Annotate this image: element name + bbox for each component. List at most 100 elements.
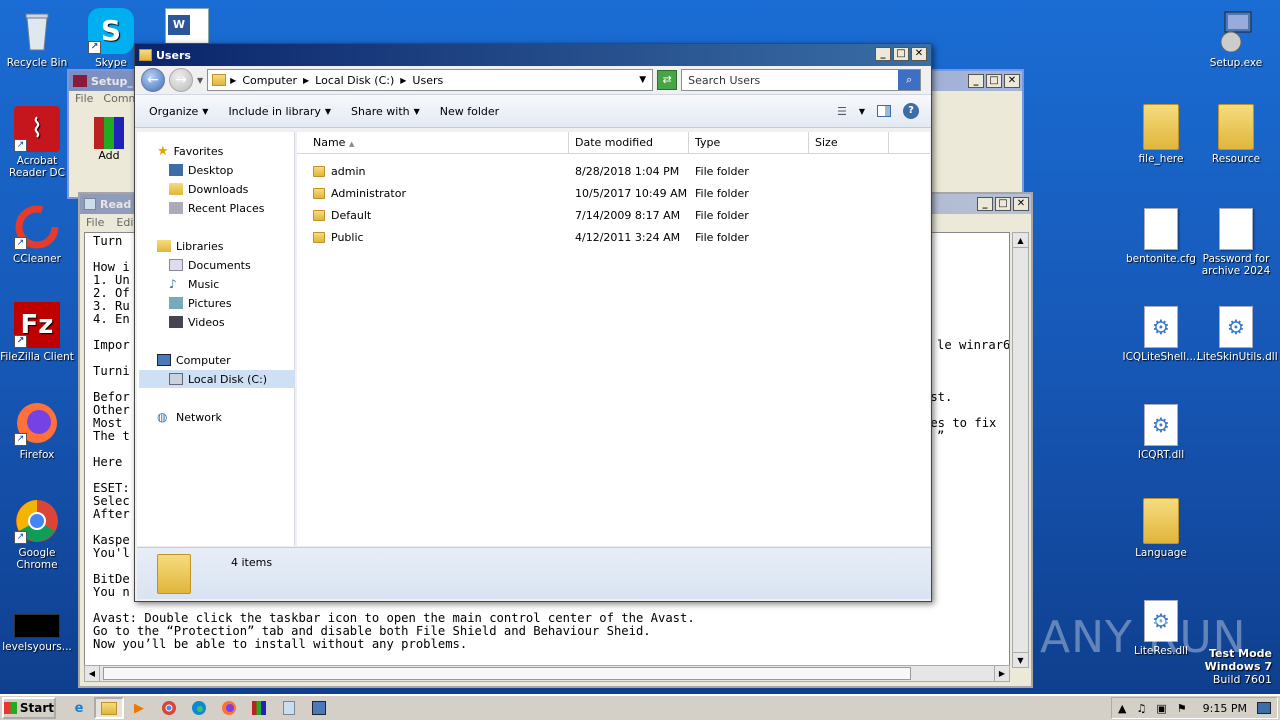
nav-recent-places[interactable]: Recent Places <box>169 199 265 217</box>
desktop-icon-bentonite[interactable]: bentonite.cfg <box>1122 208 1200 265</box>
chevron-down-icon[interactable]: ▼ <box>859 107 865 116</box>
desktop-icon-acrobat[interactable]: ⌇ ↗ Acrobat Reader DC <box>0 106 76 179</box>
desktop-icon-language[interactable]: Language <box>1122 498 1200 559</box>
taskbar: Start e ▶ ▲ ♫ ▣ ⚑ 9:15 PM <box>0 694 1280 720</box>
search-icon[interactable]: ⌕ <box>898 70 921 90</box>
network-icon[interactable]: ▣ <box>1156 702 1166 715</box>
file-row[interactable]: Default 7/14/2009 8:17 AM File folder <box>297 204 930 226</box>
nav-local-disk[interactable]: Local Disk (C:) <box>139 370 295 388</box>
action-center-flag-icon[interactable]: ⚑ <box>1177 702 1187 715</box>
volume-icon[interactable]: ♫ <box>1137 702 1147 715</box>
nav-computer[interactable]: Computer <box>157 351 231 369</box>
maximize-button[interactable]: □ <box>995 197 1011 211</box>
vertical-scrollbar[interactable]: ▲ ▼ <box>1012 232 1029 668</box>
add-button[interactable]: Add <box>89 117 129 162</box>
nav-videos[interactable]: Videos <box>169 313 225 331</box>
close-button[interactable]: ✕ <box>1013 197 1029 211</box>
scroll-left-arrow-icon[interactable]: ◀ <box>85 666 100 681</box>
refresh-button[interactable]: ⇄ <box>657 70 678 90</box>
close-button[interactable]: ✕ <box>1004 74 1020 88</box>
column-size[interactable]: Size <box>809 132 889 154</box>
file-row[interactable]: Public 4/12/2011 3:24 AM File folder <box>297 226 930 248</box>
nav-libraries[interactable]: Libraries <box>157 237 224 255</box>
desktop-icon-recycle-bin[interactable]: Recycle Bin <box>0 8 76 69</box>
desktop-icon-chrome[interactable]: ↗ Google Chrome <box>0 498 76 571</box>
nav-network[interactable]: ◍ Network <box>157 408 222 426</box>
file-row[interactable]: admin 8/28/2018 1:04 PM File folder <box>297 160 930 182</box>
search-input[interactable]: Search Users ⌕ <box>681 69 922 91</box>
recent-pages-chevron-icon[interactable]: ▼ <box>197 76 203 85</box>
nav-music-label: Music <box>188 277 220 291</box>
view-options-icon[interactable]: ☰ <box>837 105 847 118</box>
back-button[interactable]: ← <box>141 68 165 92</box>
file-row[interactable]: Administrator 10/5/2017 10:49 AM File fold… <box>297 182 930 204</box>
column-name[interactable]: Name ▲ <box>297 132 569 154</box>
taskbar-explorer-icon[interactable] <box>94 697 124 719</box>
menu-file[interactable]: File <box>86 214 104 232</box>
nav-downloads[interactable]: Downloads <box>169 180 248 198</box>
nav-favorites[interactable]: ★ Favorites <box>157 142 223 160</box>
taskbar-firefox-icon[interactable] <box>214 697 244 719</box>
nav-desktop[interactable]: Desktop <box>169 161 233 179</box>
scroll-up-arrow-icon[interactable]: ▲ <box>1013 233 1028 248</box>
explorer-window[interactable]: Users _ □ ✕ ← → ▼ ▶ Computer ▶ Local Dis… <box>134 43 932 602</box>
preview-pane-icon[interactable] <box>877 105 891 117</box>
desktop-icon-levelsyours[interactable]: levelsyours... <box>0 614 76 653</box>
breadcrumb-arrow-icon[interactable]: ▶ <box>400 76 406 85</box>
new-folder-button[interactable]: New folder <box>440 105 499 118</box>
scroll-right-arrow-icon[interactable]: ▶ <box>994 666 1009 681</box>
close-button[interactable]: ✕ <box>911 47 927 61</box>
word-document-icon[interactable]: W <box>165 8 209 44</box>
taskbar-ie-icon[interactable]: e <box>64 697 94 719</box>
minimize-button[interactable]: _ <box>875 47 891 61</box>
desktop-icon-password[interactable]: Password for archive 2024 <box>1197 208 1275 277</box>
breadcrumb-local-disk[interactable]: Local Disk (C:) <box>313 74 396 87</box>
menu-file[interactable]: File <box>75 91 93 107</box>
desktop-icon-firefox[interactable]: ↗ Firefox <box>0 400 76 461</box>
file-date-cell: 7/14/2009 8:17 AM <box>575 208 681 222</box>
maximize-button[interactable]: □ <box>893 47 909 61</box>
include-in-library-button[interactable]: Include in library ▼ <box>228 105 331 118</box>
taskbar-media-player-icon[interactable]: ▶ <box>124 697 154 719</box>
nav-documents[interactable]: Documents <box>169 256 251 274</box>
taskbar-chrome-icon[interactable] <box>154 697 184 719</box>
start-button[interactable]: Start <box>2 697 56 719</box>
taskbar-edge-icon[interactable] <box>184 697 214 719</box>
share-with-button[interactable]: Share with ▼ <box>351 105 420 118</box>
breadcrumb-users[interactable]: Users <box>410 74 445 87</box>
show-desktop-icon[interactable] <box>1257 702 1271 714</box>
breadcrumb-arrow-icon[interactable]: ▶ <box>303 76 309 85</box>
breadcrumb-arrow-icon[interactable]: ▶ <box>230 76 236 85</box>
clock[interactable]: 9:15 PM <box>1203 702 1247 715</box>
maximize-button[interactable]: □ <box>986 74 1002 88</box>
desktop-icon-icqrt[interactable]: ⚙ ICQRT.dll <box>1122 404 1200 461</box>
desktop-icon-filezilla[interactable]: Fz ↗ FileZilla Client <box>0 302 76 363</box>
help-icon[interactable]: ? <box>903 103 919 119</box>
desktop-icon-ccleaner[interactable]: ↗ CCleaner <box>0 204 76 265</box>
column-type[interactable]: Type <box>689 132 809 154</box>
file-date-cell: 8/28/2018 1:04 PM <box>575 164 680 178</box>
minimize-button[interactable]: _ <box>968 74 984 88</box>
organize-button[interactable]: Organize ▼ <box>149 105 208 118</box>
scroll-down-arrow-icon[interactable]: ▼ <box>1013 652 1028 667</box>
horizontal-scrollbar[interactable]: ◀ ▶ <box>84 665 1010 682</box>
desktop-icon-icqliteshell[interactable]: ⚙ ICQLiteShell.... <box>1122 306 1200 363</box>
forward-button[interactable]: → <box>169 68 193 92</box>
taskbar-winrar-icon[interactable] <box>244 697 274 719</box>
column-date[interactable]: Date modified <box>569 132 689 154</box>
explorer-titlebar[interactable]: Users <box>135 44 931 66</box>
address-bar[interactable]: ▶ Computer ▶ Local Disk (C:) ▶ Users ▼ <box>207 69 654 91</box>
address-dropdown-icon[interactable]: ▼ <box>639 75 646 85</box>
desktop-icon-liteskinutils[interactable]: ⚙ LiteSkinUtils.dll <box>1197 306 1278 363</box>
desktop-icon-setup[interactable]: Setup.exe <box>1197 8 1275 69</box>
tray-expand-icon[interactable]: ▲ <box>1118 702 1126 715</box>
taskbar-setup-icon[interactable] <box>304 697 334 719</box>
scroll-thumb[interactable] <box>103 667 911 680</box>
desktop-icon-file-here[interactable]: file_here <box>1122 104 1200 165</box>
breadcrumb-computer[interactable]: Computer <box>240 74 299 87</box>
taskbar-notepad-icon[interactable] <box>274 697 304 719</box>
nav-music[interactable]: ♪ Music <box>169 275 219 293</box>
desktop-icon-resource[interactable]: Resource <box>1197 104 1275 165</box>
nav-pictures[interactable]: Pictures <box>169 294 232 312</box>
minimize-button[interactable]: _ <box>977 197 993 211</box>
